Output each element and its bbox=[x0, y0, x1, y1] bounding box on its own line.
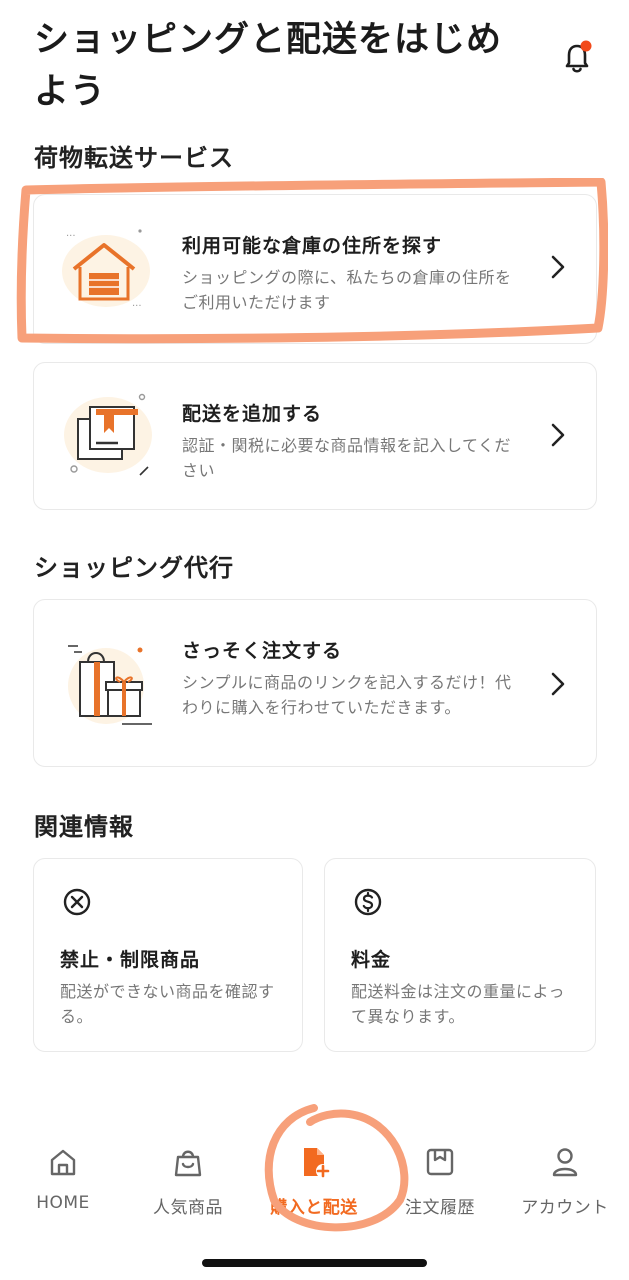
order-now-card[interactable]: さっそく注文する シンプルに商品のリンクを記入するだけ！代わりに購入を行わせてい… bbox=[33, 599, 597, 767]
card-title: 禁止・制限商品 bbox=[60, 949, 201, 971]
nav-label: アカウント bbox=[521, 1198, 609, 1218]
card-description: 認証・関税に必要な商品情報を記入してください bbox=[182, 436, 512, 480]
card-description: 配送ができない商品を確認する。 bbox=[60, 982, 275, 1026]
card-title: 料金 bbox=[351, 949, 392, 971]
nav-label: 人気商品 bbox=[153, 1198, 223, 1218]
home-indicator bbox=[202, 1259, 427, 1267]
nav-label: HOME bbox=[36, 1193, 90, 1213]
add-shipment-card[interactable]: 配送を追加する 認証・関税に必要な商品情報を記入してください bbox=[33, 362, 597, 510]
account-icon bbox=[552, 1148, 578, 1177]
card-description: シンプルに商品のリンクを記入するだけ！代わりに購入を行わせていただきます。 bbox=[182, 673, 512, 717]
section-title-forwarding: 荷物転送サービス bbox=[34, 144, 234, 172]
page-title: ショッピングと配送をはじめよう bbox=[34, 20, 503, 112]
nav-home[interactable]: HOME bbox=[8, 1145, 118, 1225]
notification-button[interactable] bbox=[555, 36, 599, 80]
prohibited-icon bbox=[63, 888, 91, 916]
package-icon bbox=[64, 393, 152, 476]
section-title-proxy: ショッピング代行 bbox=[34, 554, 234, 582]
nav-account[interactable]: アカウント bbox=[510, 1145, 620, 1225]
chevron-right-icon bbox=[551, 672, 565, 696]
home-icon bbox=[50, 1149, 76, 1176]
dollar-icon bbox=[354, 888, 382, 916]
bell-icon bbox=[565, 40, 592, 73]
card-description: 配送料金は注文の重量によって異なります。 bbox=[351, 982, 566, 1026]
chevron-right-icon bbox=[551, 423, 565, 447]
gift-bag-icon bbox=[68, 645, 152, 725]
prohibited-items-card[interactable]: 禁止・制限商品 配送ができない商品を確認する。 bbox=[33, 858, 303, 1052]
shopping-bag-icon bbox=[174, 1150, 202, 1177]
order-history-icon bbox=[426, 1148, 454, 1176]
pricing-card[interactable]: 料金 配送料金は注文の重量によって異なります。 bbox=[324, 858, 596, 1052]
section-title-info: 関連情報 bbox=[34, 813, 134, 841]
notification-badge bbox=[580, 40, 592, 52]
card-title: 配送を追加する bbox=[182, 403, 323, 425]
card-title: さっそく注文する bbox=[182, 640, 343, 662]
highlight-circle-annotation bbox=[264, 1104, 409, 1232]
highlight-annotation bbox=[16, 178, 608, 344]
nav-popular-items[interactable]: 人気商品 bbox=[133, 1145, 243, 1225]
